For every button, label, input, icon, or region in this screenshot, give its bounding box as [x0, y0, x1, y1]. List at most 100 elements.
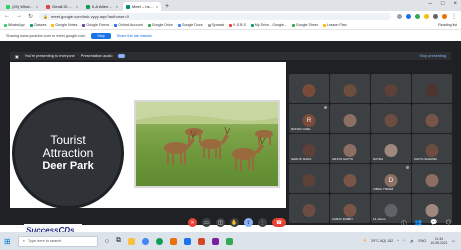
bookmark-item[interactable]: Lesson Plan	[322, 23, 347, 27]
extension-icon[interactable]	[406, 13, 411, 19]
browser-tab-active[interactable]: Meet – hsh-vyyy-aqe ×	[123, 2, 161, 11]
people-icon[interactable]: 👥	[415, 219, 422, 228]
extension-icon[interactable]	[415, 13, 420, 19]
volume-icon[interactable]: 🔈	[410, 239, 414, 243]
address-bar[interactable]: 🔒 meet.google.com/hsh-vyyy-aqe?authuser=…	[39, 12, 391, 20]
bookmark-item[interactable]: Google Docs	[177, 23, 203, 27]
chrome-icon[interactable]	[141, 237, 149, 245]
bookmark-item[interactable]: Oxford Account	[114, 23, 143, 27]
app-icon[interactable]	[225, 237, 233, 245]
reload-icon[interactable]: ↻	[28, 13, 33, 20]
task-view-icon[interactable]: ⧉	[116, 237, 121, 245]
bookmark-item[interactable]: K.S.B.S	[229, 23, 246, 27]
info-icon[interactable]: ⓘ	[401, 219, 407, 228]
participant-tile[interactable]	[371, 104, 411, 133]
cortana-icon[interactable]: ○	[105, 238, 109, 245]
participant-tile[interactable]: AARAV DUBEY	[330, 194, 370, 223]
participant-tile[interactable]	[289, 164, 329, 193]
activities-icon[interactable]: ⬡	[446, 219, 451, 228]
new-tab-button[interactable]: +	[165, 3, 169, 10]
participant-tile[interactable]: KAVYA SHARMA	[412, 134, 452, 163]
participant-tile[interactable]	[412, 164, 452, 193]
powerpoint-icon[interactable]	[197, 237, 205, 245]
bookmark-item[interactable]: Google Drive	[147, 23, 173, 27]
mic-off-button[interactable]: ✕	[188, 218, 197, 227]
reading-list[interactable]: Reading list	[438, 23, 461, 27]
avatar	[302, 174, 316, 187]
participant-name: SHRUTI RANA	[291, 157, 312, 161]
participant-tile[interactable]	[330, 164, 370, 193]
leave-call-button[interactable]: ☎	[272, 218, 286, 227]
extension-icon[interactable]	[433, 13, 438, 19]
participant-tile[interactable]	[412, 74, 452, 103]
app-icon[interactable]	[169, 237, 177, 245]
close-window-icon[interactable]: ×	[453, 1, 457, 7]
windows-start-icon[interactable]: ⊞	[4, 237, 11, 246]
edge-icon[interactable]	[155, 237, 163, 245]
browser-tab[interactable]: Gmail ID - Attending for 5... ×	[43, 2, 81, 11]
captions-button[interactable]: ◫	[216, 218, 225, 227]
extension-icon[interactable]	[397, 13, 402, 19]
raise-hand-button[interactable]: ✋	[230, 218, 239, 227]
back-icon[interactable]: ←	[4, 13, 10, 19]
participant-tile[interactable]	[330, 104, 370, 133]
forward-icon[interactable]: →	[16, 13, 22, 19]
bookmark-item[interactable]: Google Notes	[51, 23, 77, 27]
participant-name: ARJUN GUPTA	[332, 157, 353, 161]
notification-icon[interactable]: ▭	[452, 239, 455, 243]
browser-tab[interactable]: (29) WhatsApp ×	[3, 2, 41, 11]
close-icon[interactable]: ×	[116, 4, 118, 9]
avatar	[302, 84, 316, 97]
avatar: D	[384, 174, 398, 187]
extensions: ⋮	[397, 13, 457, 20]
close-icon[interactable]: ×	[76, 4, 78, 9]
app-icon[interactable]	[211, 237, 219, 245]
participant-tile[interactable]: NAYRA	[371, 134, 411, 163]
chevron-up-icon[interactable]: ^	[397, 239, 399, 243]
bookmark-item[interactable]: My Drive - Google...	[250, 23, 287, 27]
bookmark-item[interactable]: Google Sheet	[291, 23, 318, 27]
meeting-controls: ✕ ▭ ◫ ✋ ⇪ ⋮ ☎	[188, 218, 286, 227]
browser-tab[interactable]: II-A Attendance Sheets 2021 ... ×	[83, 2, 121, 11]
participant-tile[interactable]: R RONAK GOEL	[289, 104, 329, 133]
minimize-icon[interactable]: –	[429, 1, 432, 7]
participant-tile[interactable]: SHRUTI RANA	[289, 134, 329, 163]
participant-tile[interactable]	[412, 104, 452, 133]
weather-icon[interactable]: ☀	[363, 238, 367, 244]
participant-tile[interactable]: D VIBHU TIWARI	[371, 164, 411, 193]
presentation-audio-toggle[interactable]	[118, 54, 126, 58]
share-this-tab-link[interactable]: Share this tab instead	[117, 34, 152, 38]
bookmark-item[interactable]: Syncast	[207, 23, 224, 27]
maximize-icon[interactable]: □	[441, 1, 445, 7]
language-indicator[interactable]: ENG	[418, 239, 426, 243]
participant-tile[interactable]: ARJUN GUPTA	[330, 134, 370, 163]
bookmark-item[interactable]: WhatsApp	[4, 23, 25, 27]
avatar	[343, 174, 357, 187]
app-icon[interactable]	[183, 237, 191, 245]
stop-presenting-button[interactable]: Stop presenting	[419, 54, 446, 58]
participant-tile[interactable]	[371, 74, 411, 103]
system-clock[interactable]: 11:34 10-08-2021	[430, 237, 447, 245]
camera-button[interactable]: ▭	[202, 218, 211, 227]
bookmark-icon	[114, 23, 118, 27]
bookmark-item[interactable]: Classes	[29, 23, 46, 27]
participant-tile[interactable]	[330, 74, 370, 103]
menu-icon[interactable]: ⋮	[451, 13, 457, 20]
present-button[interactable]: ⇪	[244, 218, 253, 227]
close-icon[interactable]: ×	[156, 4, 158, 9]
extension-icon[interactable]	[424, 13, 429, 19]
taskbar-search[interactable]: ⌕ Type here to search	[17, 235, 98, 247]
deer-photo	[134, 100, 280, 188]
whatsapp-icon	[6, 4, 10, 9]
participant-tile[interactable]	[289, 74, 329, 103]
profile-avatar[interactable]	[442, 13, 447, 19]
stop-sharing-button[interactable]: Stop	[91, 32, 111, 39]
file-explorer-icon[interactable]	[127, 237, 135, 245]
wifi-icon[interactable]: ◠	[403, 239, 406, 243]
chat-icon[interactable]: 💬	[430, 219, 437, 228]
close-icon[interactable]: ×	[36, 4, 38, 9]
more-options-button[interactable]: ⋮	[258, 218, 267, 227]
bookmark-item[interactable]: Google Forms	[82, 23, 109, 27]
avatar	[302, 144, 316, 157]
participant-tile[interactable]	[289, 194, 329, 223]
